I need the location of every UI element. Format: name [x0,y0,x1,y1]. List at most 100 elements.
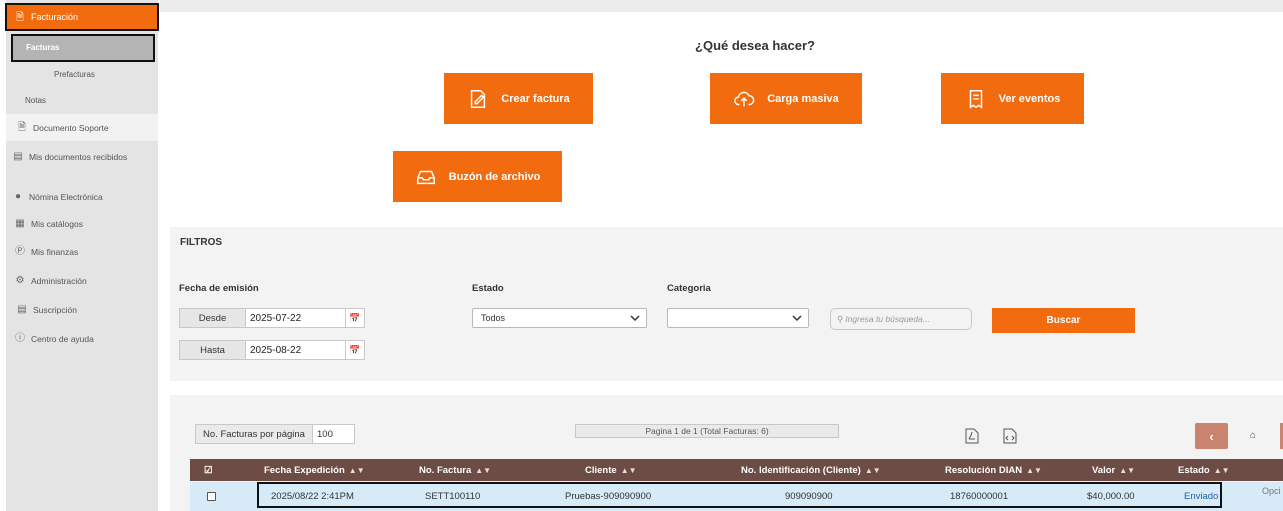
sidebar-item-centro-ayuda[interactable]: ⓘ Centro de ayuda [6,333,158,345]
edit-document-icon [471,89,486,108]
cell-resolucion: 18760000001 [950,491,1009,502]
sort-icon: ▲▼ [475,465,492,475]
inbox-icon: ▤ [13,151,23,162]
sort-icon: ▲▼ [620,465,637,475]
hasta-date-input[interactable]: 2025-08-22 [246,340,346,360]
user-gear-icon: ⚙ [15,275,25,286]
search-placeholder: Ingresa tu búsqueda... [845,314,930,324]
button-label: Buzón de archivo [448,170,541,183]
table-row[interactable]: 2025/08/22 2:41PM SETT100110 Pruebas-909… [190,482,1283,511]
sidebar-item-prefacturas[interactable]: Prefacturas [6,69,158,81]
categoria-select[interactable] [667,308,809,328]
buscar-button[interactable]: Buscar [992,308,1135,333]
sidebar-item-label: Mis finanzas [31,247,79,257]
calendar-icon[interactable]: 📅 [346,308,365,328]
table-header: ☑ Fecha Expedición ▲▼ No. Factura ▲▼ Clien… [190,459,1283,481]
column-header-estado[interactable]: Estado ▲▼ [1178,459,1230,481]
column-header-resolucion[interactable]: Resolución DIAN ▲▼ [945,459,1042,481]
estado-select-value: Todos [481,313,506,323]
sidebar-item-administracion[interactable]: ⚙ Administración [6,275,158,287]
info-circle-icon: ⓘ [15,333,25,344]
sidebar-item-mis-documentos[interactable]: ▤ Mis documentos recibidos [6,151,158,163]
cell-estado-link[interactable]: Enviado [1184,482,1218,511]
chevron-down-icon [792,315,802,322]
sidebar-item-catalogos[interactable]: ▦ Mis catálogos [6,218,158,230]
app-window: 🗎 Facturación Facturas Prefacturas Notas… [0,0,1283,511]
buzon-archivo-button[interactable]: Buzón de archivo [393,151,562,202]
calendar-icon[interactable]: 📅 [346,340,365,360]
home-icon[interactable]: ⌂ [1250,430,1256,441]
hasta-date-group: Hasta 2025-08-22 📅 [179,340,365,360]
sidebar-item-label: Notas [25,96,46,105]
sidebar-item-finanzas[interactable]: Ⓟ Mis finanzas [6,246,158,258]
previous-page-button[interactable]: ‹ [1195,423,1228,449]
top-strip [160,0,1283,12]
page-question: ¿Qué desea hacer? [695,38,815,53]
users-icon: ● [14,191,22,202]
sort-icon: ▲▼ [348,465,365,475]
sidebar-item-facturas[interactable]: Facturas [11,34,155,62]
categoria-label: Categoria [667,283,711,294]
estado-label: Estado [472,283,504,294]
receipt-icon [969,89,982,109]
search-input[interactable]: ⚲ Ingresa tu búsqueda... [830,308,972,330]
hasta-label: Hasta [179,340,246,360]
row-checkbox[interactable] [207,482,216,511]
sidebar-item-label: Nómina Electrónica [29,192,103,202]
pdf-export-icon[interactable] [965,428,979,444]
cell-fecha: 2025/08/22 2:41PM [271,491,354,502]
column-header-identificacion[interactable]: No. Identificación (Cliente) ▲▼ [741,459,881,481]
dollar-circle-icon: Ⓟ [15,246,25,257]
per-page-label: No. Facturas por página [195,424,313,444]
sort-icon: ▲▼ [1213,465,1230,475]
sidebar-item-label: Documento Soporte [33,122,109,133]
button-label: Carga masiva [767,92,839,105]
sidebar-item-label: Centro de ayuda [31,334,94,344]
filters-title: FILTROS [180,237,223,248]
cell-identificacion: 909090900 [785,491,833,502]
select-all-checkbox[interactable]: ☑ [204,459,213,481]
sidebar-item-facturacion[interactable]: 🗎 Facturación [5,3,159,31]
estado-select[interactable]: Todos [472,308,647,328]
column-header-fecha[interactable]: Fecha Expedición ▲▼ [264,459,365,481]
sidebar-item-label: Mis documentos recibidos [29,152,128,162]
sort-icon: ▲▼ [864,465,881,475]
desde-label: Desde [179,308,246,328]
sidebar-item-nomina[interactable]: ● Nómina Electrónica [6,191,158,203]
sort-icon: ▲▼ [1119,465,1136,475]
sidebar: 🗎 Facturación Facturas Prefacturas Notas… [5,0,159,511]
carga-masiva-button[interactable]: Carga masiva [710,73,862,124]
cell-opciones[interactable]: Opci [1262,476,1281,505]
per-page-group: No. Facturas por página 100 [195,424,355,444]
cloud-upload-icon [734,91,755,106]
button-label: Ver eventos [998,92,1061,105]
ver-eventos-button[interactable]: Ver eventos [941,73,1084,124]
document-icon: 🗎 [15,11,25,23]
filters-panel: FILTROS Fecha de emisión Estado Categori… [170,227,1283,381]
cell-cliente: Pruebas-909090900 [565,491,652,502]
sidebar-item-suscripcion[interactable]: ▤ Suscripción [6,304,158,316]
chevron-down-icon [630,315,640,322]
sidebar-item-documento-soporte[interactable]: 🗎 Documento Soporte [6,114,158,141]
button-label: Crear factura [501,92,570,105]
cell-valor: $40,000.00 [1087,491,1135,502]
inbox-tray-icon [416,170,435,184]
document-icon: 🗎 [17,122,27,133]
desde-date-input[interactable]: 2025-07-22 [246,308,346,328]
column-header-valor[interactable]: Valor ▲▼ [1092,459,1135,481]
per-page-input[interactable]: 100 [313,424,355,444]
column-header-factura[interactable]: No. Factura ▲▼ [419,459,491,481]
search-icon: ⚲ [837,313,844,324]
sidebar-item-label: Administración [31,276,87,286]
cell-factura: SETT100110 [425,491,481,502]
sidebar-item-label: Facturación [31,12,79,22]
crear-factura-button[interactable]: Crear factura [444,73,593,124]
column-header-cliente[interactable]: Cliente ▲▼ [585,459,637,481]
sidebar-item-label: Mis catálogos [31,219,83,229]
xml-export-icon[interactable] [1003,428,1017,444]
map-icon: ▦ [15,218,25,229]
sort-icon: ▲▼ [1026,465,1042,475]
sidebar-item-notas[interactable]: Notas [6,95,158,107]
fecha-emision-label: Fecha de emisión [179,283,259,294]
sidebar-item-label: Facturas [26,43,60,52]
